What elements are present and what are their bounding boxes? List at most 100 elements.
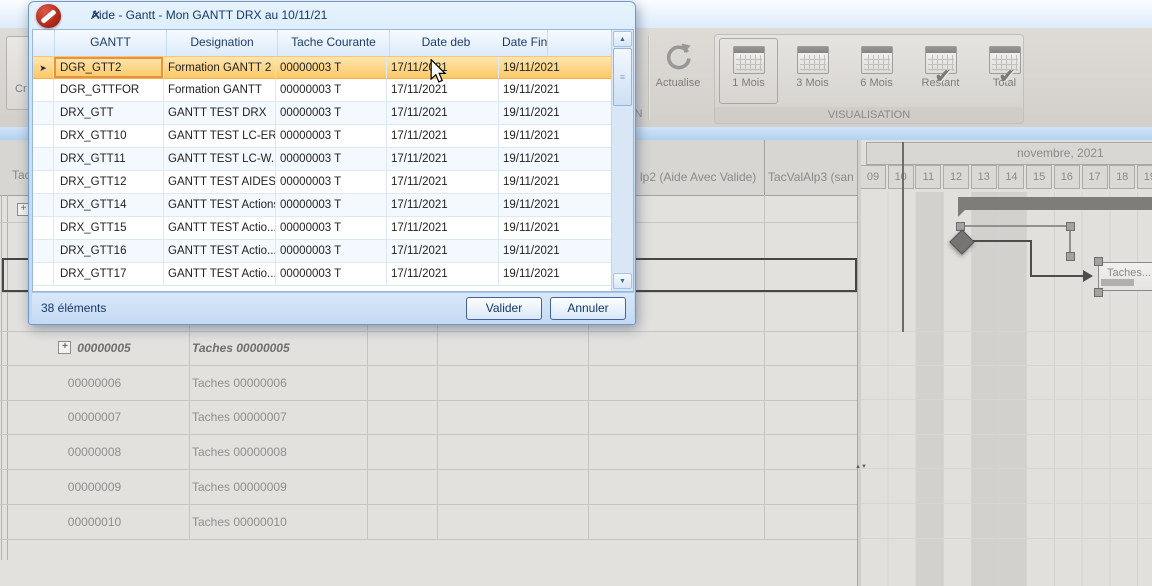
grid-row[interactable]: DRX_GTT17 GANTT TEST Actio... 00000003 T…	[33, 263, 612, 286]
grid-row[interactable]: DRX_GTT14 GANTT TEST Actions 00000003 T …	[33, 194, 612, 217]
cell-designation[interactable]: GANTT TEST LC-W...	[164, 148, 276, 171]
grid-row[interactable]: DRX_GTT11 GANTT TEST LC-W... 00000003 T …	[33, 148, 612, 171]
gantt-task-box[interactable]: Taches...	[1098, 262, 1152, 291]
cell-designation[interactable]: GANTT TEST DRX	[164, 102, 276, 125]
cell-designation[interactable]: GANTT TEST AIDES	[164, 171, 276, 194]
task-row[interactable]: 00000007 Taches 00000007	[0, 401, 857, 436]
cell-tache-courante[interactable]: 00000003 T	[276, 240, 387, 263]
visualisation-button[interactable]: ✔ Total	[975, 38, 1034, 104]
visualisation-button[interactable]: ✔ 6 Mois	[847, 38, 906, 104]
gantt-day-cell[interactable]: 12	[943, 165, 971, 189]
splitter-arrows-icon[interactable]: ▲▼	[855, 464, 864, 471]
cell-date-deb[interactable]: 17/11/2021	[387, 171, 499, 194]
dialog-scrollbar[interactable]: ▲ ≡ ▼	[611, 30, 633, 291]
cell-tache-courante[interactable]: 00000003 T	[276, 79, 387, 102]
grid-row[interactable]: DGR_GTTFOR Formation GANTT 00000003 T 17…	[33, 79, 612, 102]
gantt-day-cell[interactable]: 11	[915, 165, 943, 189]
actualise-button[interactable]: Actualise	[646, 40, 710, 106]
visualisation-button[interactable]: ✔ 1 Mois	[719, 38, 778, 104]
cell-tache-courante[interactable]: 00000003 T	[276, 56, 387, 79]
cell-date-deb[interactable]: 17/11/2021	[387, 148, 499, 171]
visualisation-button[interactable]: ✔ Restant	[911, 38, 970, 104]
task-handle[interactable]	[1094, 288, 1103, 297]
cell-tache-courante[interactable]: 00000003 T	[276, 148, 387, 171]
cell-designation[interactable]: GANTT TEST Actio...	[164, 263, 276, 286]
col-header-tacvalalp2[interactable]: lp2 (Aide Avec Valide)	[640, 170, 756, 184]
gantt-day-cell[interactable]: 13	[971, 165, 999, 189]
scroll-thumb[interactable]: ≡	[613, 48, 632, 106]
cell-tache-courante[interactable]: 00000003 T	[276, 125, 387, 148]
gantt-day-cell[interactable]: 17	[1082, 165, 1110, 189]
cell-date-fin[interactable]: 19/11/2021	[499, 102, 612, 125]
cell-gantt[interactable]: DRX_GTT14	[54, 194, 164, 217]
cell-designation[interactable]: GANTT TEST Actio...	[164, 240, 276, 263]
cell-date-deb[interactable]: 17/11/2021	[387, 102, 499, 125]
cell-gantt[interactable]: DRX_GTT17	[54, 263, 164, 286]
cell-designation[interactable]: GANTT TEST Actions	[164, 194, 276, 217]
cell-date-fin[interactable]: 19/11/2021	[499, 240, 612, 263]
cell-date-fin[interactable]: 19/11/2021	[499, 56, 612, 79]
cell-gantt[interactable]: DRX_GTT	[54, 102, 164, 125]
gantt-day-cell[interactable]: 18	[1109, 165, 1137, 189]
grid-row[interactable]: DRX_GTT16 GANTT TEST Actio... 00000003 T…	[33, 240, 612, 263]
cell-date-fin[interactable]: 19/11/2021	[499, 217, 612, 240]
col-header-tache-courante[interactable]: Tache Courante	[278, 30, 390, 56]
cell-date-fin[interactable]: 19/11/2021	[499, 194, 612, 217]
task-row[interactable]: 00000006 Taches 00000006	[0, 366, 857, 401]
cell-tache-courante[interactable]: 00000003 T	[276, 102, 387, 125]
grid-row[interactable]: ➤ DGR_GTT2 Formation GANTT 2 00000003 T …	[33, 56, 612, 79]
gantt-day-cell[interactable]: 14	[998, 165, 1026, 189]
cell-designation[interactable]: GANTT TEST Actio...	[164, 217, 276, 240]
task-handle[interactable]	[1094, 257, 1103, 266]
valider-button[interactable]: Valider	[466, 297, 542, 320]
scroll-up-icon[interactable]: ▲	[613, 31, 632, 47]
dialog-titlebar[interactable]: Aide - Gantt - Mon GANTT DRX au 10/11/21…	[29, 2, 635, 28]
grid-row[interactable]: DRX_GTT10 GANTT TEST LC-ER... 00000003 T…	[33, 125, 612, 148]
cell-tache-courante[interactable]: 00000003 T	[276, 263, 387, 286]
cell-gantt[interactable]: DRX_GTT10	[54, 125, 164, 148]
annuler-button[interactable]: Annuler	[550, 297, 626, 320]
visualisation-button[interactable]: ✔ 3 Mois	[783, 38, 842, 104]
cell-tache-courante[interactable]: 00000003 T	[276, 171, 387, 194]
gantt-day-cell[interactable]: 15	[1026, 165, 1054, 189]
cell-date-deb[interactable]: 17/11/2021	[387, 263, 499, 286]
col-header-date-fin[interactable]: Date Fin	[502, 30, 548, 56]
task-row[interactable]: 00000008 Taches 00000008	[0, 435, 857, 470]
col-header-designation[interactable]: Designation	[167, 30, 278, 56]
cell-tache-courante[interactable]: 00000003 T	[276, 217, 387, 240]
cell-gantt[interactable]: DGR_GTTFOR	[54, 79, 164, 102]
col-header-date-deb[interactable]: Date deb	[390, 30, 502, 56]
cell-gantt[interactable]: DRX_GTT15	[54, 217, 164, 240]
gantt-day-cell[interactable]: 19	[1137, 165, 1152, 189]
cell-date-deb[interactable]: 17/11/2021	[387, 217, 499, 240]
cell-gantt[interactable]: DRX_GTT16	[54, 240, 164, 263]
gantt-day-cell[interactable]: 16	[1054, 165, 1082, 189]
cell-date-fin[interactable]: 19/11/2021	[499, 263, 612, 286]
cell-date-deb[interactable]: 17/11/2021	[387, 240, 499, 263]
task-row[interactable]: 00000009 Taches 00000009	[0, 470, 857, 505]
task-row[interactable]: +00000005 Taches 00000005	[0, 331, 857, 366]
col-header-gantt[interactable]: GANTT	[55, 30, 167, 56]
cell-date-fin[interactable]: 19/11/2021	[499, 125, 612, 148]
cell-date-fin[interactable]: 19/11/2021	[499, 148, 612, 171]
grid-row[interactable]: DRX_GTT12 GANTT TEST AIDES 00000003 T 17…	[33, 171, 612, 194]
task-row[interactable]: 00000010 Taches 00000010	[0, 505, 857, 540]
cell-date-deb[interactable]: 17/11/2021	[387, 125, 499, 148]
connector-handle[interactable]	[1066, 222, 1075, 231]
close-icon[interactable]: ✕	[91, 8, 626, 22]
grid-row[interactable]: DRX_GTT15 GANTT TEST Actio... 00000003 T…	[33, 217, 612, 240]
cell-date-fin[interactable]: 19/11/2021	[499, 79, 612, 102]
gantt-day-cell[interactable]: 09	[861, 165, 888, 189]
cell-designation[interactable]: Formation GANTT	[164, 79, 276, 102]
grid-row[interactable]: DRX_GTT GANTT TEST DRX 00000003 T 17/11/…	[33, 102, 612, 125]
cell-designation[interactable]: Formation GANTT 2	[164, 56, 276, 79]
col-header-tacvalalp3[interactable]: TacValAlp3 (san	[768, 170, 853, 184]
connector-handle[interactable]	[1066, 252, 1075, 261]
scroll-down-icon[interactable]: ▼	[613, 273, 632, 289]
cell-gantt[interactable]: DRX_GTT11	[54, 148, 164, 171]
cell-tache-courante[interactable]: 00000003 T	[276, 194, 387, 217]
cell-date-fin[interactable]: 19/11/2021	[499, 171, 612, 194]
cell-designation[interactable]: GANTT TEST LC-ER...	[164, 125, 276, 148]
cell-date-deb[interactable]: 17/11/2021	[387, 194, 499, 217]
gantt-summary-bar[interactable]	[958, 197, 1152, 210]
